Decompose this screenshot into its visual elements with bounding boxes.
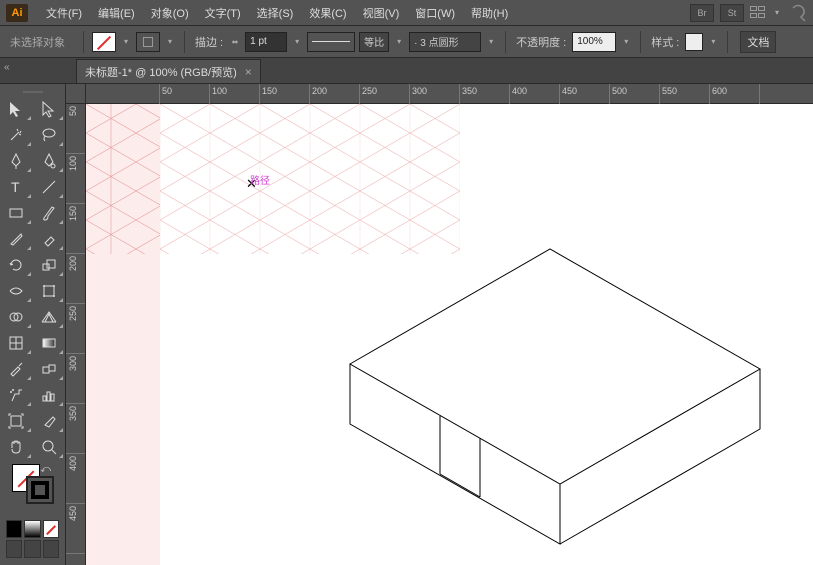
type-tool[interactable]: T [0,174,33,200]
paintbrush-tool[interactable] [33,200,66,226]
drawn-box-shape[interactable] [280,214,780,565]
uniform-profile[interactable]: 等比 [359,32,389,52]
selection-tool[interactable] [0,96,33,122]
draw-behind-icon[interactable] [24,540,40,558]
shaper-tool[interactable] [0,226,33,252]
stroke-swatch[interactable] [136,32,160,52]
direct-selection-tool[interactable] [33,96,66,122]
color-mode-row [6,520,59,538]
width-tool[interactable] [0,278,33,304]
color-mode-none[interactable] [43,520,59,538]
document-tab-bar: 未标题-1* @ 100% (RGB/预览) × [0,58,813,84]
curvature-tool[interactable] [33,148,66,174]
shape-builder-tool[interactable] [0,304,33,330]
variable-width-profile[interactable] [307,32,355,52]
menu-select[interactable]: 选择(S) [249,1,302,25]
column-graph-tool[interactable] [33,382,66,408]
artboard-tool[interactable] [0,408,33,434]
brush-dropdown-icon[interactable]: ▾ [485,32,497,52]
stroke-dropdown-icon[interactable]: ▾ [164,32,176,52]
close-tab-icon[interactable]: × [245,65,252,79]
swap-fill-stroke-icon[interactable]: ⤺ [40,464,51,475]
perspective-grid-tool[interactable] [33,304,66,330]
canvas-area: 50 100 150 200 250 300 350 400 450 500 5… [66,84,813,565]
magic-wand-tool[interactable] [0,122,33,148]
zoom-tool[interactable] [33,434,66,460]
menu-edit[interactable]: 编辑(E) [90,1,143,25]
stroke-link-icon[interactable]: ⬍ [225,36,245,48]
hand-tool[interactable] [0,434,33,460]
rotate-tool[interactable] [0,252,33,278]
opacity-input[interactable] [572,32,616,52]
uniform-dropdown-icon[interactable]: ▾ [393,32,405,52]
eyedropper-tool[interactable] [0,356,33,382]
free-transform-tool[interactable] [33,278,66,304]
selection-status: 未选择对象 [6,34,75,50]
document-tab[interactable]: 未标题-1* @ 100% (RGB/预览) × [76,59,261,83]
draw-modes [6,540,59,558]
artboard[interactable]: ✕ 路径 [160,104,813,565]
brush-definition[interactable]: · 3 点圆形 [409,32,481,52]
toolbox: T ⤺ [0,84,66,565]
menu-bar: Ai 文件(F) 编辑(E) 对象(O) 文字(T) 选择(S) 效果(C) 视… [0,0,813,26]
style-label: 样式 : [649,34,681,50]
search-icon[interactable] [789,4,807,22]
menu-object[interactable]: 对象(O) [143,1,197,25]
menu-type[interactable]: 文字(T) [197,1,249,25]
color-mode-gradient[interactable] [24,520,40,538]
smart-guide-label: 路径 [250,172,270,187]
graphic-style-swatch[interactable] [685,33,703,51]
slice-tool[interactable] [33,408,66,434]
eraser-tool[interactable] [33,226,66,252]
mesh-tool[interactable] [0,330,33,356]
menu-view[interactable]: 视图(V) [355,1,408,25]
draw-inside-icon[interactable] [43,540,59,558]
svg-text:T: T [11,179,20,195]
symbol-sprayer-tool[interactable] [0,382,33,408]
line-segment-tool[interactable] [33,174,66,200]
stroke-label: 描边 : [193,34,225,50]
menu-file[interactable]: 文件(F) [38,1,90,25]
arrange-dropdown-icon[interactable]: ▾ [771,3,783,23]
style-dropdown-icon[interactable]: ▾ [707,32,719,52]
vertical-ruler[interactable]: 50 100 150 200 250 300 350 400 450 [66,104,86,565]
horizontal-ruler[interactable]: 50 100 150 200 250 300 350 400 450 500 5… [86,84,813,104]
panel-expand-icon[interactable]: « [4,62,16,74]
rectangle-tool[interactable] [0,200,33,226]
menu-window[interactable]: 窗口(W) [407,1,463,25]
pen-tool[interactable] [0,148,33,174]
ruler-origin[interactable] [66,84,86,104]
blend-tool[interactable] [33,356,66,382]
document-tab-title: 未标题-1* @ 100% (RGB/预览) [85,64,237,80]
bridge-button[interactable]: Br [690,4,714,22]
draw-normal-icon[interactable] [6,540,22,558]
lasso-tool[interactable] [33,122,66,148]
opacity-label: 不透明度 : [514,34,568,50]
menu-help[interactable]: 帮助(H) [463,1,516,25]
stroke-color-swatch[interactable] [26,476,54,504]
app-logo: Ai [6,4,28,22]
toolbox-grip[interactable] [0,88,65,96]
stock-button[interactable]: St [720,4,744,22]
opacity-dropdown-icon[interactable]: ▾ [620,32,632,52]
scale-tool[interactable] [33,252,66,278]
gradient-tool[interactable] [33,330,66,356]
fill-stroke-swatches[interactable]: ⤺ [8,464,57,506]
fill-swatch[interactable] [92,32,116,52]
pasteboard-left [86,104,160,565]
stroke-weight-dropdown-icon[interactable]: ▾ [291,32,303,52]
document-setup-button[interactable]: 文档 [740,31,776,53]
menu-effect[interactable]: 效果(C) [301,1,354,25]
fill-dropdown-icon[interactable]: ▾ [120,32,132,52]
stroke-weight-input[interactable] [245,32,287,52]
control-bar: 未选择对象 ▾ ▾ 描边 : ⬍ ▾ 等比 ▾ · 3 点圆形 ▾ 不透明度 :… [0,26,813,58]
color-mode-solid[interactable] [6,520,22,538]
arrange-documents-icon[interactable] [750,6,768,20]
